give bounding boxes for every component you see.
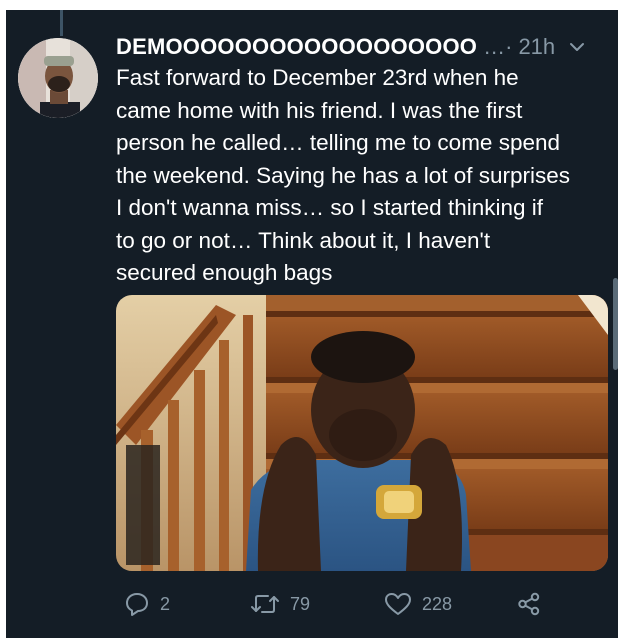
chevron-down-icon[interactable] [569, 41, 585, 53]
tweet-header: DEMOOOOOOOOOOOOOOOOOO …· 21h [116, 30, 612, 64]
tweet-text-line: secured enough bags [116, 260, 333, 285]
thread-connector-line [60, 10, 63, 36]
tweet-actions: 2 79 228 [116, 588, 612, 620]
tweet-text-line: the weekend. Saying he has a lot of surp… [116, 162, 571, 188]
reply-count: 2 [160, 593, 171, 614]
header-ellipsis: …· [483, 34, 513, 59]
retweet-count: 79 [290, 593, 311, 614]
tweet-text: Fast forward to December 23rd when he ca… [116, 62, 612, 290]
heart-icon[interactable] [384, 591, 412, 617]
tweet-text-line: came home with his friend. I was the fir… [116, 97, 523, 123]
scrollbar-thumb[interactable] [613, 278, 618, 370]
author-name[interactable]: DEMOOOOOOOOOOOOOOOOOO [116, 34, 477, 60]
tweet-card: DEMOOOOOOOOOOOOOOOOOO …· 21h Fast forwar… [6, 10, 618, 638]
reply-icon[interactable] [124, 591, 150, 617]
retweet-action[interactable]: 79 [250, 588, 310, 620]
like-count: 228 [422, 593, 453, 614]
avatar[interactable] [18, 38, 98, 118]
tweet-text-line: to go or not… Think about it, I haven't [116, 227, 491, 253]
share-icon[interactable] [516, 591, 542, 617]
like-action[interactable]: 228 [384, 588, 452, 620]
tweet-text-line: I don't wanna miss… so I started thinkin… [116, 195, 543, 220]
retweet-icon[interactable] [250, 591, 280, 617]
tweet-text-line: Fast forward to December 23rd when he [116, 65, 519, 90]
share-action[interactable] [516, 588, 542, 620]
tweet-photo[interactable] [116, 295, 608, 571]
reply-action[interactable]: 2 [124, 588, 170, 620]
tweet-timestamp[interactable]: 21h [518, 34, 555, 60]
scrollbar[interactable] [613, 10, 618, 638]
tweet-text-line: person he called… telling me to come spe… [116, 130, 561, 155]
